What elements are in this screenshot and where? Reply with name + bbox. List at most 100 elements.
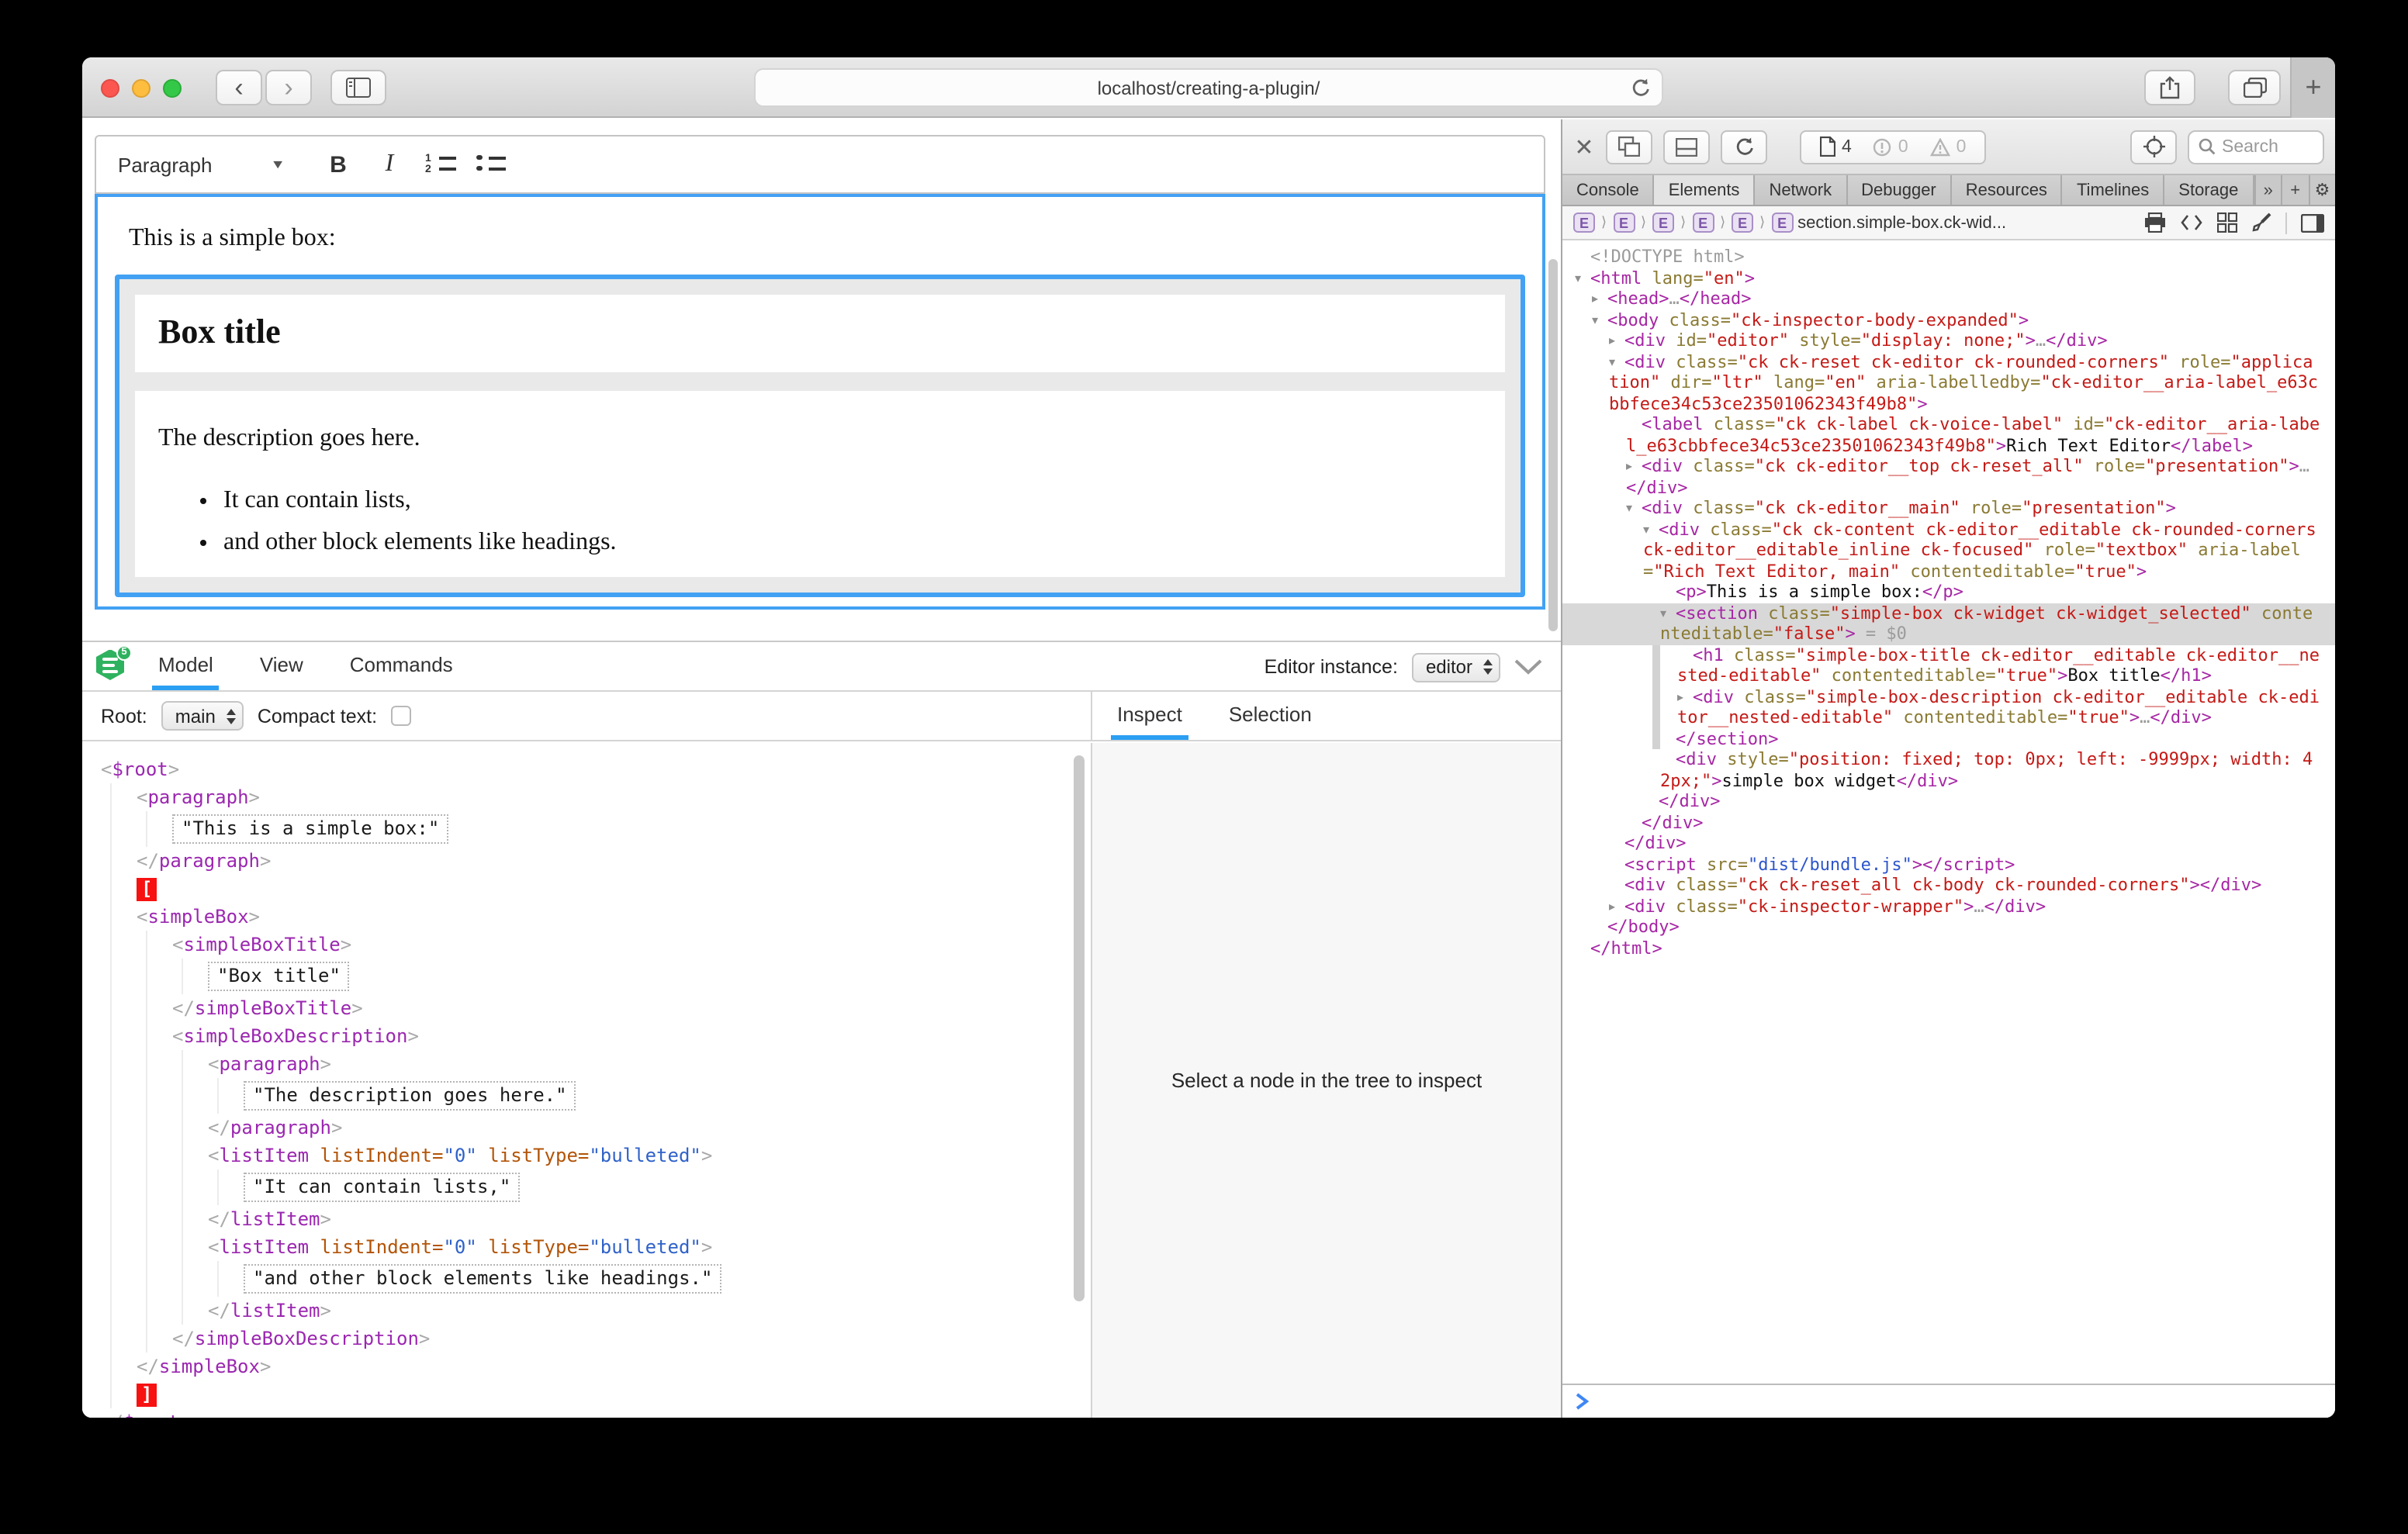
model-text-node[interactable]: "and other block elements like headings.… bbox=[244, 1264, 721, 1294]
breadcrumb-selected-label[interactable]: section.simple-box.ck-wid... bbox=[1797, 213, 2006, 232]
dom-node[interactable]: <label class="ck ck-label ck-voice-label… bbox=[1562, 414, 2335, 456]
root-select[interactable]: main bbox=[161, 701, 244, 731]
print-icon[interactable] bbox=[2144, 212, 2166, 233]
disclosure-triangle-icon[interactable]: ▸ bbox=[1609, 896, 1624, 917]
dom-node[interactable]: ▾<div class="ck ck-editor__main" role="p… bbox=[1562, 498, 2335, 519]
simple-box-widget[interactable]: Box title The description goes here. It … bbox=[115, 275, 1525, 597]
dom-node[interactable]: ▾<html lang="en"> bbox=[1562, 268, 2335, 288]
devtools-tab-elements[interactable]: Elements bbox=[1655, 175, 1756, 205]
sidebar-button[interactable] bbox=[330, 70, 386, 105]
numbered-list-button[interactable]: 12 bbox=[425, 153, 456, 176]
element-picker-button[interactable] bbox=[2130, 130, 2177, 164]
element-badge[interactable]: E bbox=[1692, 212, 1714, 233]
devtools-tab-network[interactable]: Network bbox=[1755, 175, 1847, 205]
model-element-close-tag[interactable]: </listItem> bbox=[208, 1297, 1091, 1325]
disclosure-triangle-icon[interactable]: ▸ bbox=[1677, 686, 1693, 707]
share-button[interactable] bbox=[2144, 70, 2195, 105]
devtools-reload-button[interactable] bbox=[1721, 130, 1767, 164]
close-window-button[interactable] bbox=[101, 79, 119, 98]
back-button[interactable]: ‹ bbox=[216, 70, 262, 105]
dom-node[interactable]: </body> bbox=[1562, 917, 2335, 938]
inspector-tab-view[interactable]: View bbox=[254, 642, 310, 690]
devtools-search-field[interactable]: Search bbox=[2188, 130, 2324, 164]
dom-node[interactable]: ▸<div id="editor" style="display: none;"… bbox=[1562, 330, 2335, 351]
dom-node[interactable]: ▸<div class="ck ck-editor__top ck-reset_… bbox=[1562, 456, 2335, 498]
dom-node[interactable]: ▸<div class="simple-box-description ck-e… bbox=[1562, 686, 2335, 728]
dom-node-selected[interactable]: ▾<section class="simple-box ck-widget ck… bbox=[1562, 603, 2335, 644]
dom-node[interactable]: ▸<head>…</head> bbox=[1562, 288, 2335, 309]
simple-box-description-area[interactable]: The description goes here. It can contai… bbox=[135, 391, 1505, 577]
box-list-item[interactable]: It can contain lists, bbox=[223, 487, 1482, 515]
element-badge[interactable]: E bbox=[1573, 212, 1595, 233]
model-element-open-tag[interactable]: <paragraph> bbox=[137, 783, 1091, 811]
resource-count[interactable]: 4 bbox=[1820, 136, 1852, 157]
model-element-close-tag[interactable]: </simpleBox> bbox=[137, 1353, 1091, 1380]
model-element-open-tag[interactable]: <simpleBox> bbox=[137, 903, 1091, 931]
model-text-node[interactable]: "This is a simple box:" bbox=[172, 814, 448, 844]
side-tab-selection[interactable]: Selection bbox=[1223, 692, 1318, 740]
dom-node[interactable]: ▾<div class="ck ck-content ck-editor__ed… bbox=[1562, 519, 2335, 582]
disclosure-triangle-icon[interactable]: ▾ bbox=[1575, 268, 1590, 288]
model-text-node[interactable]: "Box title" bbox=[208, 962, 350, 991]
disclosure-triangle-icon[interactable]: ▾ bbox=[1643, 519, 1659, 540]
model-element-open-tag[interactable]: <$root> bbox=[101, 755, 1091, 783]
dom-node[interactable]: </section> bbox=[1562, 728, 2335, 749]
styles-brush-icon[interactable] bbox=[2251, 212, 2271, 233]
model-element-open-tag[interactable]: <paragraph> bbox=[208, 1050, 1091, 1078]
devtools-tab-storage[interactable]: Storage bbox=[2164, 175, 2254, 205]
new-tab-button[interactable]: + bbox=[2290, 57, 2335, 118]
dom-node[interactable]: <!DOCTYPE html> bbox=[1562, 247, 2335, 268]
dom-node[interactable]: <div style="position: fixed; top: 0px; l… bbox=[1562, 749, 2335, 791]
devtools-tab-debugger[interactable]: Debugger bbox=[1847, 175, 1952, 205]
close-devtools-button[interactable]: ✕ bbox=[1573, 133, 1595, 161]
compact-text-checkbox[interactable] bbox=[391, 706, 411, 726]
model-element-open-tag[interactable]: <simpleBoxTitle> bbox=[172, 931, 1091, 959]
box-list-item[interactable]: and other block elements like headings. bbox=[223, 529, 1482, 557]
disclosure-triangle-icon[interactable]: ▾ bbox=[1592, 309, 1607, 330]
dock-bottom-button[interactable] bbox=[1663, 130, 1710, 164]
toggle-details-sidebar-icon[interactable] bbox=[2301, 213, 2324, 232]
url-bar[interactable]: localhost/creating-a-plugin/ bbox=[754, 68, 1663, 107]
tree-scrollbar-thumb[interactable] bbox=[1074, 755, 1085, 1301]
editor-paragraph[interactable]: This is a simple box: bbox=[129, 225, 1542, 253]
box-description-list[interactable]: It can contain lists, and other block ele… bbox=[158, 487, 1482, 557]
grid-icon[interactable] bbox=[2217, 212, 2237, 233]
model-element-open-tag[interactable]: <listItem listIndent="0" listType="bulle… bbox=[208, 1233, 1091, 1261]
dom-node[interactable]: </html> bbox=[1562, 938, 2335, 959]
bulleted-list-button[interactable] bbox=[475, 153, 506, 176]
model-element-open-tag[interactable]: <simpleBoxDescription> bbox=[172, 1022, 1091, 1050]
model-element-close-tag[interactable]: </paragraph> bbox=[208, 1114, 1091, 1142]
dom-node[interactable]: </div> bbox=[1562, 833, 2335, 854]
element-badge[interactable]: E bbox=[1613, 212, 1635, 233]
element-badge[interactable]: E bbox=[1652, 212, 1674, 233]
model-element-close-tag[interactable]: </paragraph> bbox=[137, 847, 1091, 875]
forward-button[interactable]: › bbox=[265, 70, 312, 105]
dom-node[interactable]: ▾<div class="ck ck-reset ck-editor ck-ro… bbox=[1562, 351, 2335, 414]
dom-node[interactable]: ▸<div class="ck-inspector-wrapper">…</di… bbox=[1562, 896, 2335, 917]
disclosure-triangle-icon[interactable]: ▸ bbox=[1626, 456, 1642, 477]
box-title-heading[interactable]: Box title bbox=[158, 312, 1482, 352]
zoom-window-button[interactable] bbox=[163, 79, 182, 98]
warning-count[interactable]: 0 bbox=[1930, 137, 1967, 156]
dom-node[interactable]: <script src="dist/bundle.js"></script> bbox=[1562, 854, 2335, 875]
dom-node[interactable]: ▾<body class="ck-inspector-body-expanded… bbox=[1562, 309, 2335, 330]
model-element-close-tag[interactable]: </$root> bbox=[101, 1408, 1091, 1418]
disclosure-triangle-icon[interactable]: ▸ bbox=[1592, 288, 1607, 309]
element-badge[interactable]: E bbox=[1732, 212, 1753, 233]
dom-node[interactable]: </div> bbox=[1562, 812, 2335, 833]
minimize-window-button[interactable] bbox=[132, 79, 150, 98]
page-scrollbar-thumb[interactable] bbox=[1548, 259, 1558, 631]
bold-button[interactable]: B bbox=[320, 151, 357, 178]
dom-node[interactable]: </div> bbox=[1562, 791, 2335, 812]
devtools-tab-resources[interactable]: Resources bbox=[1952, 175, 2063, 205]
model-text-node[interactable]: "It can contain lists," bbox=[244, 1173, 520, 1202]
dom-node[interactable]: <div class="ck ck-reset_all ck-body ck-r… bbox=[1562, 875, 2335, 896]
disclosure-triangle-icon[interactable]: ▾ bbox=[1626, 498, 1642, 519]
collapse-inspector-icon[interactable] bbox=[1514, 659, 1542, 675]
side-tab-inspect[interactable]: Inspect bbox=[1111, 692, 1188, 740]
model-text-node[interactable]: "The description goes here." bbox=[244, 1081, 576, 1111]
disclosure-triangle-icon[interactable]: ▾ bbox=[1609, 351, 1624, 372]
undock-button[interactable] bbox=[1606, 130, 1652, 164]
simple-box-title-area[interactable]: Box title bbox=[135, 295, 1505, 372]
error-count[interactable]: 0 bbox=[1873, 137, 1908, 156]
